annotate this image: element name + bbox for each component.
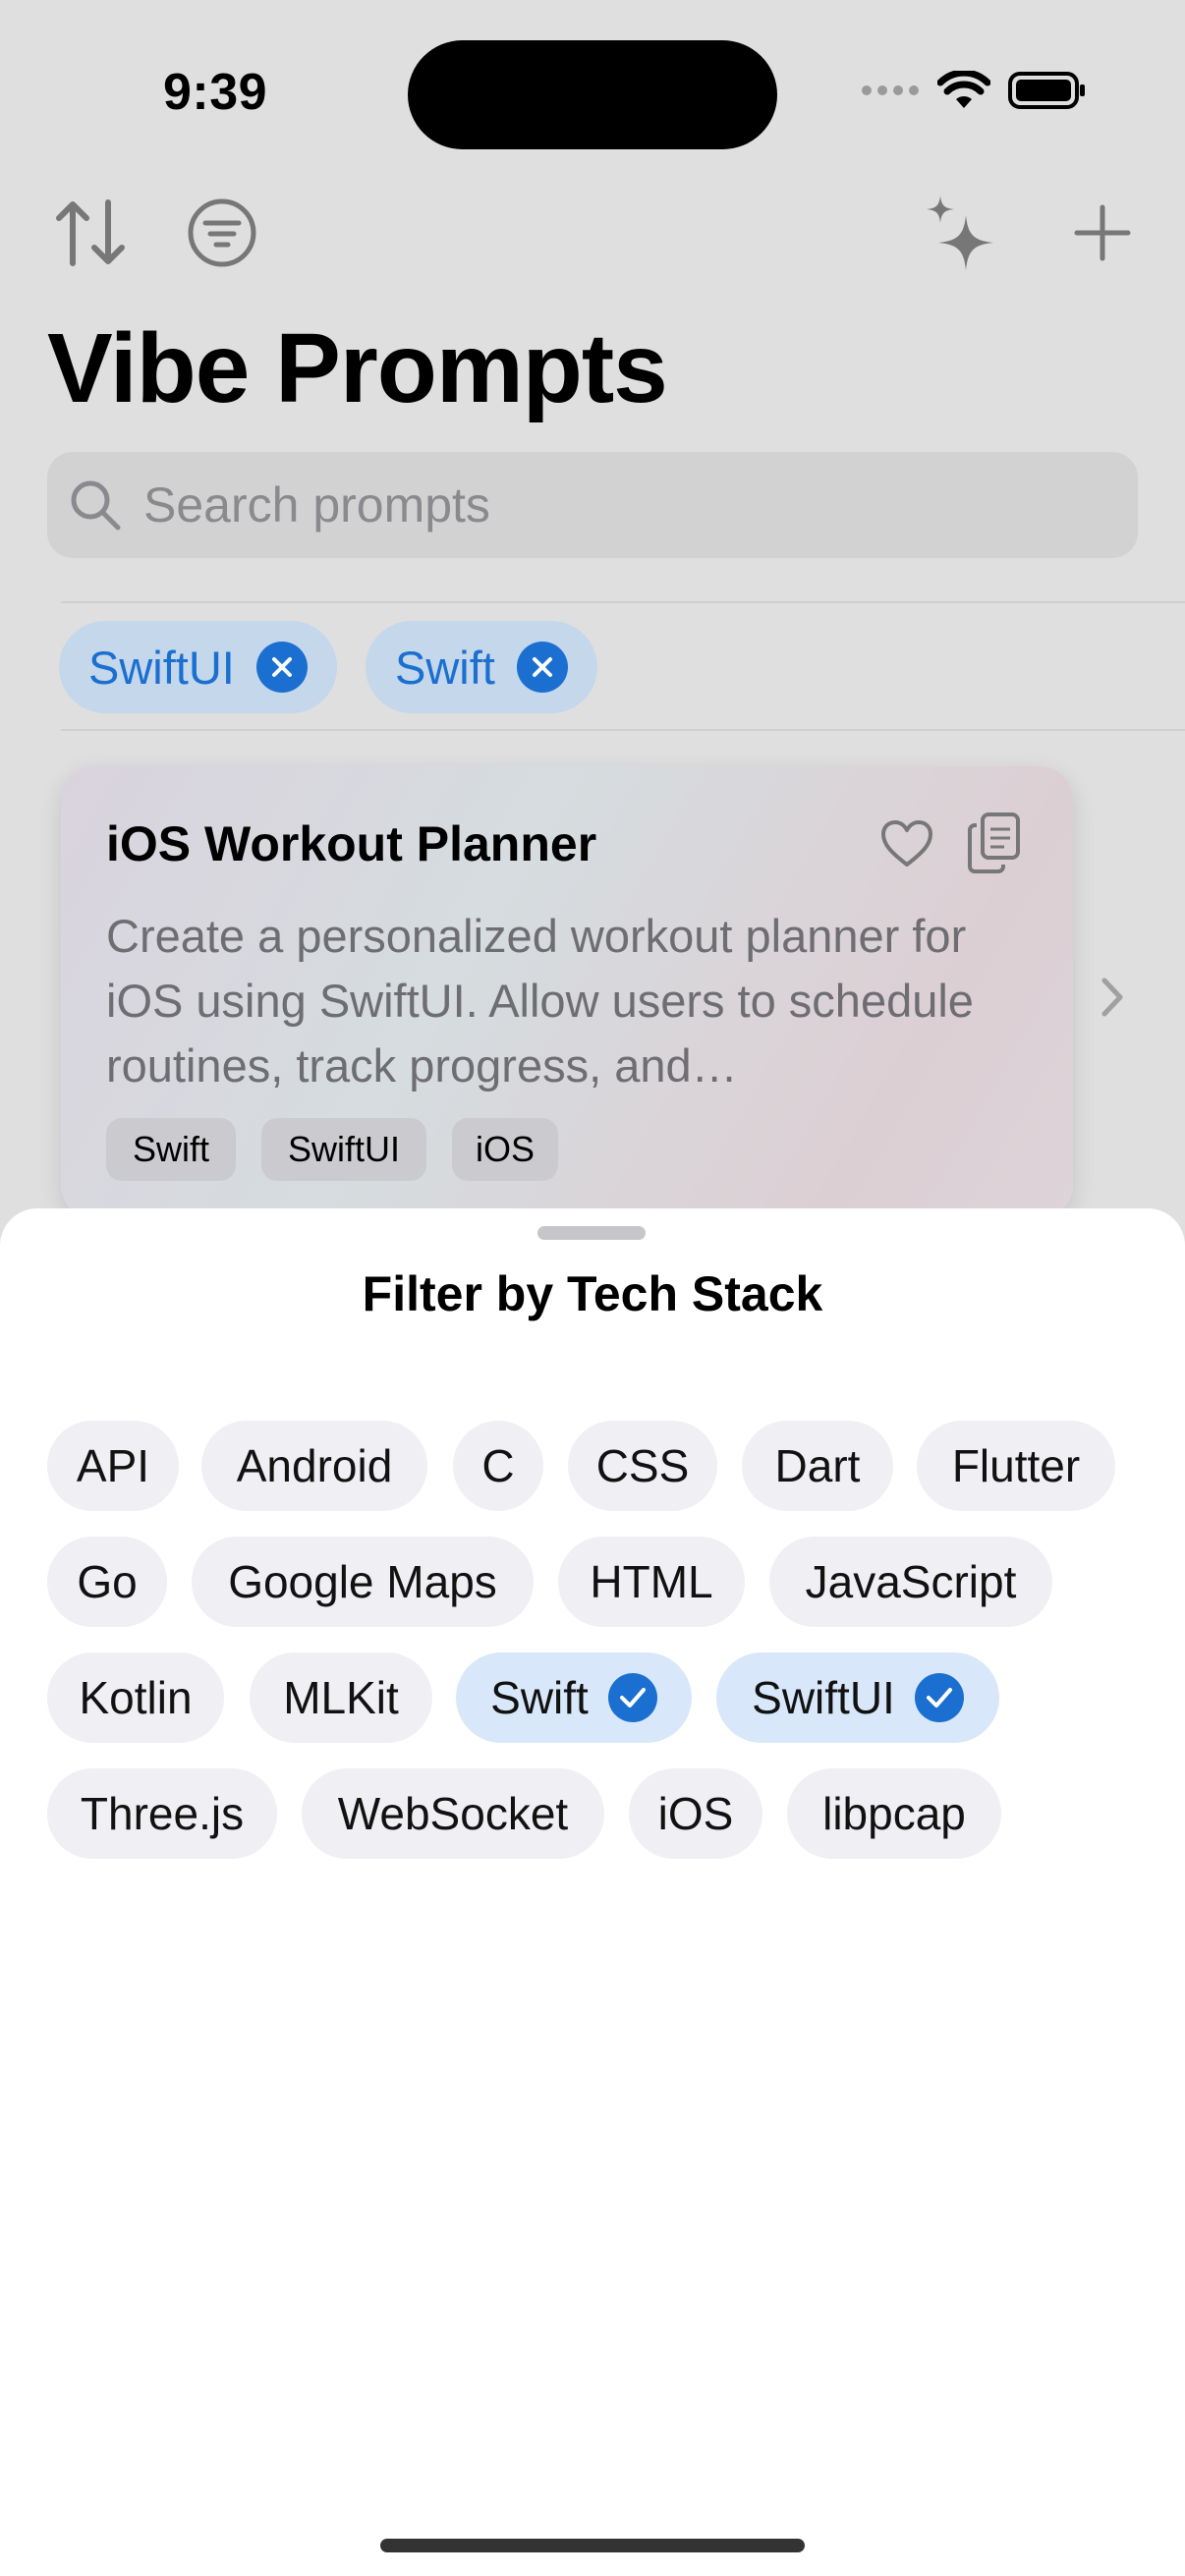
card-tag: Swift: [106, 1118, 236, 1181]
home-indicator[interactable]: [380, 2539, 805, 2552]
active-filter-label: Swift: [395, 641, 495, 694]
tech-chip-selected[interactable]: Swift: [456, 1652, 692, 1743]
checkmark-icon: [607, 1673, 657, 1722]
remove-filter-icon[interactable]: [255, 642, 308, 693]
divider: [61, 729, 1185, 731]
chip-label: Flutter: [951, 1440, 1081, 1491]
tech-chip[interactable]: Android: [201, 1421, 427, 1511]
chip-label: Three.js: [80, 1788, 245, 1839]
dynamic-island: [408, 40, 777, 149]
prompt-card[interactable]: iOS Workout Planner Create a personalize…: [61, 766, 1073, 1218]
card-tag: iOS: [452, 1118, 558, 1181]
tech-chip[interactable]: Dart: [742, 1421, 893, 1511]
tech-chip[interactable]: Flutter: [917, 1421, 1115, 1511]
tech-chip[interactable]: Three.js: [47, 1768, 277, 1859]
battery-icon: [1008, 72, 1085, 109]
tech-chip[interactable]: JavaScript: [769, 1537, 1052, 1627]
sort-icon: [56, 199, 125, 266]
filter-sheet: Filter by Tech Stack API Android C CSS D…: [0, 1208, 1185, 2576]
add-prompt-button[interactable]: [1061, 192, 1144, 274]
chip-label: C: [481, 1440, 515, 1491]
sheet-grabber[interactable]: [537, 1226, 646, 1240]
tech-chip[interactable]: MLKit: [250, 1652, 432, 1743]
active-filter-chip[interactable]: Swift: [366, 621, 597, 713]
ai-generate-button[interactable]: [920, 192, 1002, 274]
chip-label: Go: [77, 1556, 138, 1607]
search-icon: [71, 480, 121, 531]
chip-label: MLKit: [283, 1672, 399, 1723]
divider: [61, 601, 1185, 603]
chip-label: Dart: [774, 1440, 861, 1491]
chip-label: JavaScript: [805, 1556, 1017, 1607]
page-title: Vibe Prompts: [47, 313, 668, 423]
chip-label: Swift: [490, 1672, 589, 1723]
sort-button[interactable]: [49, 192, 132, 274]
filter-icon: [188, 198, 256, 267]
chip-label: WebSocket: [337, 1788, 569, 1839]
card-title: iOS Workout Planner: [106, 816, 597, 871]
sheet-title: Filter by Tech Stack: [362, 1266, 823, 1321]
remove-filter-icon[interactable]: [516, 642, 568, 693]
heart-icon[interactable]: [880, 819, 933, 868]
checkmark-icon: [914, 1673, 964, 1722]
search-input[interactable]: Search prompts: [47, 452, 1138, 558]
search-placeholder: Search prompts: [143, 477, 490, 532]
chip-label: CSS: [595, 1440, 690, 1491]
tech-chip[interactable]: Google Maps: [192, 1537, 534, 1627]
chevron-right-icon[interactable]: [1100, 977, 1124, 1018]
chip-label: Google Maps: [228, 1556, 497, 1607]
chip-label: Kotlin: [79, 1672, 193, 1723]
chip-label: Android: [236, 1440, 393, 1491]
status-time: 9:39: [163, 64, 268, 121]
chip-label: iOS: [657, 1788, 734, 1839]
tech-chip[interactable]: CSS: [568, 1421, 717, 1511]
tech-chip[interactable]: C: [453, 1421, 543, 1511]
chip-label: libpcap: [822, 1788, 966, 1839]
copy-icon[interactable]: [967, 812, 1022, 874]
tech-chip[interactable]: API: [47, 1421, 179, 1511]
card-description: Create a personalized workout planner fo…: [106, 910, 974, 1092]
active-filter-chip[interactable]: SwiftUI: [59, 621, 337, 713]
chip-label: HTML: [590, 1556, 713, 1607]
active-filter-label: SwiftUI: [88, 641, 235, 694]
sparkles-icon: [927, 196, 993, 270]
status-icons: [861, 71, 1087, 110]
tech-chip[interactable]: libpcap: [787, 1768, 1001, 1859]
tech-chip-selected[interactable]: SwiftUI: [716, 1652, 999, 1743]
wifi-icon: [937, 71, 990, 108]
plus-icon: [1074, 204, 1131, 261]
tech-chip[interactable]: Go: [47, 1537, 167, 1627]
tech-chip[interactable]: Kotlin: [47, 1652, 224, 1743]
filter-button[interactable]: [181, 192, 263, 274]
card-tag: SwiftUI: [261, 1118, 426, 1181]
chip-label: SwiftUI: [752, 1672, 895, 1723]
tech-chip[interactable]: iOS: [629, 1768, 762, 1859]
cellular-signal-icon: [862, 85, 919, 95]
chip-label: API: [76, 1440, 150, 1491]
tech-chip[interactable]: WebSocket: [302, 1768, 604, 1859]
tech-chip[interactable]: HTML: [558, 1537, 745, 1627]
